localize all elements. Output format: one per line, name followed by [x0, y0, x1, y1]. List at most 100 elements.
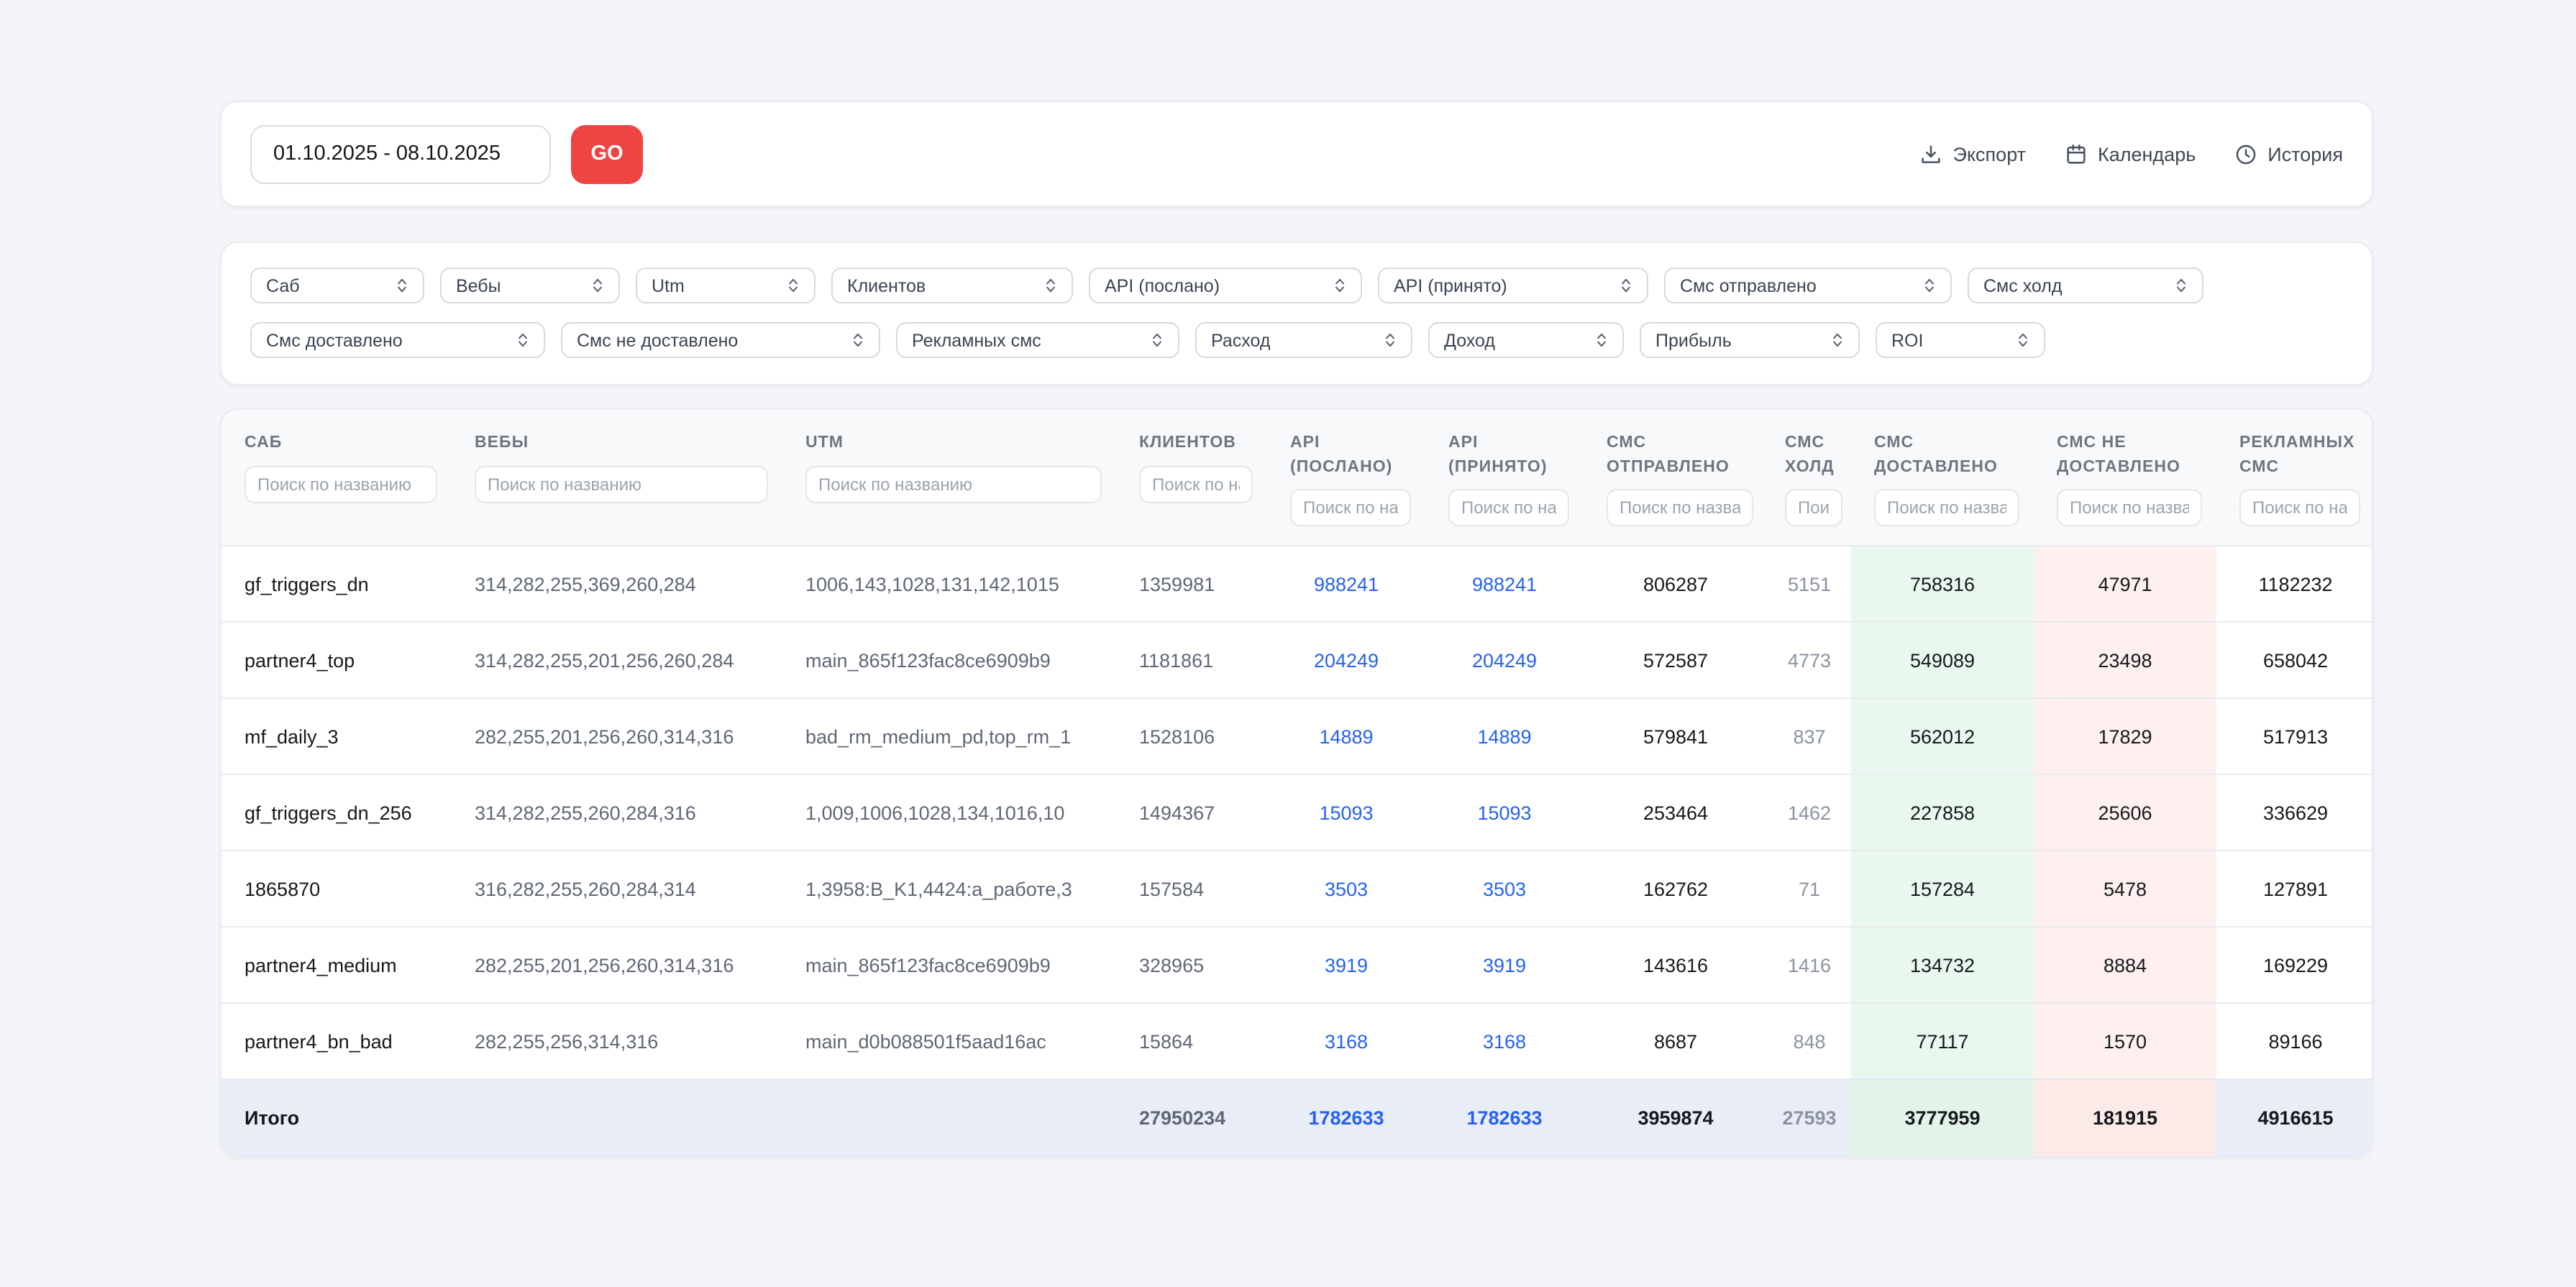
clock-icon — [2233, 142, 2257, 166]
filter-select-клиентов[interactable]: Клиентов — [831, 267, 1073, 303]
cell-sms-hold: 4773 — [1768, 622, 1851, 698]
chevron-up-down-icon — [577, 276, 607, 295]
filter-select-саб[interactable]: Саб — [250, 267, 424, 303]
filter-select-смс-холд[interactable]: Смс холд — [1968, 267, 2203, 303]
chevron-up-down-icon — [1369, 331, 1399, 349]
cell-utm: 1,009,1006,1028,134,1016,10 — [782, 774, 1116, 851]
cell-sub: partner4_medium — [221, 927, 452, 1003]
cell-sms-hold: 837 — [1768, 698, 1851, 774]
filter-select-рекламных-смс[interactable]: Рекламных смс — [896, 322, 1179, 358]
cell-api-accepted[interactable]: 204249 — [1425, 622, 1584, 698]
column-header-utm: UTM — [782, 410, 1116, 546]
filter-select-api-послано[interactable]: API (послано) — [1089, 267, 1362, 303]
search-input-sms-undelivered[interactable] — [2057, 490, 2202, 527]
total-label: Итого — [221, 1079, 452, 1157]
column-header-api-sent: API (ПОСЛАНО) — [1267, 410, 1425, 546]
filter-select-смс-отправлено[interactable]: Смс отправлено — [1664, 267, 1952, 303]
filter-select-расход[interactable]: Расход — [1195, 322, 1412, 358]
cell-sms-sent: 143616 — [1584, 927, 1768, 1003]
column-header-sms-delivered: СМС ДОСТАВЛЕНО — [1851, 410, 2034, 546]
cell-clients: 1359981 — [1116, 546, 1267, 622]
filter-select-смс-доставлено[interactable]: Смс доставлено — [250, 322, 545, 358]
total-cell-sms-hold: 27593 — [1768, 1079, 1851, 1157]
cell-ad-sms: 658042 — [2216, 622, 2373, 698]
cell-api-accepted[interactable]: 988241 — [1425, 546, 1584, 622]
chevron-up-down-icon — [381, 276, 411, 295]
calendar-icon — [2063, 142, 2088, 166]
search-input-sub[interactable] — [245, 465, 437, 503]
filter-select-доход[interactable]: Доход — [1428, 322, 1624, 358]
download-icon — [1919, 142, 1943, 166]
cell-api-sent[interactable]: 15093 — [1267, 774, 1425, 851]
cell-api-sent[interactable]: 14889 — [1267, 698, 1425, 774]
search-input-sms-hold[interactable] — [1785, 490, 1842, 527]
filter-select-roi[interactable]: ROI — [1876, 322, 2045, 358]
cell-api-accepted[interactable]: 3168 — [1425, 1003, 1584, 1079]
table-row: partner4_medium282,255,201,256,260,314,3… — [221, 927, 2373, 1003]
search-input-utm[interactable] — [805, 465, 1102, 503]
cell-sms-undelivered: 23498 — [2034, 622, 2216, 698]
date-range-input[interactable]: 01.10.2025 - 08.10.2025 — [250, 124, 551, 183]
search-input-webs[interactable] — [475, 465, 768, 503]
export-button[interactable]: Экспорт — [1919, 142, 2026, 166]
search-input-api-accepted[interactable] — [1448, 490, 1569, 527]
filter-select-api-принято[interactable]: API (принято) — [1378, 267, 1648, 303]
filter-select-label: API (принято) — [1394, 275, 1507, 296]
column-label: КЛИЕНТОВ — [1139, 431, 1253, 455]
table-row: 1865870316,282,255,260,284,3141,3958:B_K… — [221, 851, 2373, 927]
calendar-button[interactable]: Календарь — [2063, 142, 2196, 166]
cell-sms-delivered: 157284 — [1851, 851, 2034, 927]
cell-clients: 1181861 — [1116, 622, 1267, 698]
filter-select-вебы[interactable]: Вебы — [440, 267, 620, 303]
dashboard-page: 01.10.2025 - 08.10.2025 GO Экспорт Календ… — [220, 0, 2373, 1158]
cell-api-accepted[interactable]: 15093 — [1425, 774, 1584, 851]
filter-select-label: Utm — [652, 275, 685, 296]
total-cell-clients: 27950234 — [1116, 1079, 1267, 1157]
filter-select-label: Вебы — [456, 275, 501, 296]
chevron-up-down-icon — [1605, 276, 1635, 295]
column-header-sms-undelivered: СМС НЕ ДОСТАВЛЕНО — [2034, 410, 2216, 546]
cell-sms-hold: 1462 — [1768, 774, 1851, 851]
table-row: partner4_top314,282,255,201,256,260,284m… — [221, 622, 2373, 698]
total-cell-sms-sent: 3959874 — [1584, 1079, 1768, 1157]
filter-select-label: Рекламных смс — [912, 330, 1041, 350]
cell-sms-undelivered: 5478 — [2034, 851, 2216, 927]
cell-api-sent[interactable]: 988241 — [1267, 546, 1425, 622]
search-input-sms-sent[interactable] — [1607, 490, 1753, 527]
cell-api-sent[interactable]: 3503 — [1267, 851, 1425, 927]
cell-api-accepted[interactable]: 14889 — [1425, 698, 1584, 774]
cell-sms-undelivered: 1570 — [2034, 1003, 2216, 1079]
cell-api-accepted[interactable]: 3919 — [1425, 927, 1584, 1003]
filter-select-прибыль[interactable]: Прибыль — [1640, 322, 1860, 358]
column-header-ad-sms: РЕКЛАМНЫХ СМС — [2216, 410, 2373, 546]
cell-api-sent[interactable]: 204249 — [1267, 622, 1425, 698]
cell-sms-hold: 71 — [1768, 851, 1851, 927]
toolbar-left: 01.10.2025 - 08.10.2025 GO — [250, 124, 643, 183]
cell-webs: 314,282,255,369,260,284 — [452, 546, 782, 622]
cell-sms-delivered: 549089 — [1851, 622, 2034, 698]
cell-sms-sent: 806287 — [1584, 546, 1768, 622]
search-input-sms-delivered[interactable] — [1874, 490, 2019, 527]
go-button[interactable]: GO — [571, 124, 643, 183]
history-button[interactable]: История — [2233, 142, 2343, 166]
cell-api-sent[interactable]: 3919 — [1267, 927, 1425, 1003]
column-label: РЕКЛАМНЫХ СМС — [2239, 431, 2360, 480]
search-input-ad-sms[interactable] — [2239, 490, 2360, 527]
table-row: gf_triggers_dn_256314,282,255,260,284,31… — [221, 774, 2373, 851]
search-input-clients[interactable] — [1139, 465, 1253, 503]
filter-select-utm[interactable]: Utm — [636, 267, 816, 303]
filter-select-смс-не-доставлено[interactable]: Смс не доставлено — [561, 322, 880, 358]
data-table: САБВЕБЫUTMКЛИЕНТОВAPI (ПОСЛАНО)API (ПРИН… — [221, 410, 2373, 1157]
search-input-api-sent[interactable] — [1290, 490, 1411, 527]
chevron-up-down-icon — [1030, 276, 1060, 295]
filter-select-label: Прибыль — [1655, 330, 1732, 350]
cell-api-accepted[interactable]: 3503 — [1425, 851, 1584, 927]
cell-sub: partner4_top — [221, 622, 452, 698]
cell-api-sent[interactable]: 3168 — [1267, 1003, 1425, 1079]
cell-clients: 1494367 — [1116, 774, 1267, 851]
chevron-up-down-icon — [2160, 276, 2191, 295]
column-label: UTM — [805, 431, 1102, 455]
chevron-up-down-icon — [1817, 331, 1847, 349]
total-cell-api-sent: 1782633 — [1267, 1079, 1425, 1157]
table-row: partner4_bn_bad282,255,256,314,316main_d… — [221, 1003, 2373, 1079]
